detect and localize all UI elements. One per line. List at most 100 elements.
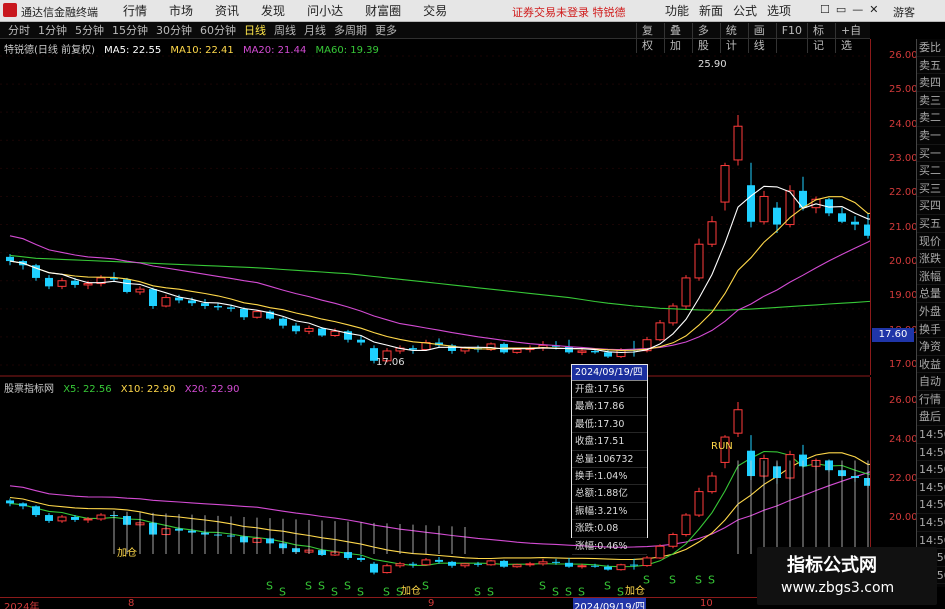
quote-field: 买四 xyxy=(917,197,945,215)
layout-icon[interactable]: ▭ xyxy=(836,3,846,16)
main-grid xyxy=(0,55,870,366)
tooltip-volume: 总量:106732 xyxy=(572,451,647,468)
ind-candle-body xyxy=(500,560,508,567)
ma5-line xyxy=(9,185,870,353)
x5-label: X5: 22.56 xyxy=(63,384,112,395)
candle-body xyxy=(694,243,704,279)
quote-field: 卖三 xyxy=(917,92,945,110)
low-price-label: 17.06 xyxy=(376,357,405,368)
ind-candle-body xyxy=(525,563,535,566)
tooltip-low: 最低:17.30 xyxy=(572,416,647,434)
add-position-label: 加仓 xyxy=(625,586,645,597)
indicator-name[interactable]: 股票指标网 xyxy=(4,384,54,395)
trade-login-notice[interactable]: 证券交易未登录 特锐德 xyxy=(512,4,626,20)
ind-candle-body xyxy=(565,562,573,567)
menu-function[interactable]: 功能 xyxy=(660,3,694,19)
ind-candle-body xyxy=(616,564,626,571)
menu-market[interactable]: 行情 xyxy=(112,3,158,19)
s-signal: S xyxy=(305,579,312,592)
ma20-line xyxy=(9,235,870,351)
price-tick: 25.00 xyxy=(889,84,918,95)
ind-candle-body xyxy=(357,557,365,560)
menu-markets[interactable]: 市场 xyxy=(158,3,204,19)
tab-30min[interactable]: 30分钟 xyxy=(152,23,196,38)
restore-icon[interactable]: ☐ xyxy=(820,3,830,16)
title-bar: 通达信金融终端 行情 市场 资讯 发现 问小达 财富圈 交易 证券交易未登录 特… xyxy=(0,0,945,22)
quote-field: 委比 xyxy=(917,39,945,57)
x10-label: X10: 22.90 xyxy=(120,384,176,395)
indicator-pane-group: S S S S S S S S S S S S S S S S S SS S S S xyxy=(6,401,870,597)
tick-time: 14:50 xyxy=(917,444,945,462)
tab-weekly[interactable]: 周线 xyxy=(270,23,300,38)
kline-chart[interactable]: S S S S S S S S S S S S S S S S S SS S S S xyxy=(0,39,870,597)
ma10-line xyxy=(9,196,870,351)
tab-1min[interactable]: 1分钟 xyxy=(34,23,71,38)
tab-60min[interactable]: 60分钟 xyxy=(196,23,240,38)
period-tabs: 分时 1分钟 5分钟 15分钟 30分钟 60分钟 日线 周线 月线 多周期 更… xyxy=(4,23,401,38)
ind-candle-body xyxy=(655,545,665,559)
app-logo-icon xyxy=(3,3,17,17)
menu-discover[interactable]: 发现 xyxy=(250,3,296,19)
s-signal: S xyxy=(539,579,546,592)
quote-field: 涨幅 xyxy=(917,268,945,286)
tab-monthly[interactable]: 月线 xyxy=(300,23,330,38)
price-tick: 26.00 xyxy=(889,50,918,61)
tab-more[interactable]: 更多 xyxy=(371,23,401,38)
ind-candle-body xyxy=(733,409,743,434)
ind-candle-body xyxy=(552,561,560,563)
tab-5min[interactable]: 5分钟 xyxy=(71,23,108,38)
menu-trade[interactable]: 交易 xyxy=(412,3,458,19)
x5-line xyxy=(9,450,870,568)
right-menu: 功能 新面 公式 选项 xyxy=(660,3,796,19)
candle-body xyxy=(252,311,262,318)
tab-daily[interactable]: 日线 xyxy=(240,23,270,38)
quote-field[interactable]: 行情 xyxy=(917,391,945,409)
menu-ask[interactable]: 问小达 xyxy=(296,3,354,19)
minimize-icon[interactable]: — xyxy=(852,3,863,16)
tab-15min[interactable]: 15分钟 xyxy=(108,23,152,38)
quote-field: 买二 xyxy=(917,162,945,180)
ind-candle-body xyxy=(6,500,14,504)
candle-body xyxy=(720,165,730,203)
tab-multi-period[interactable]: 多周期 xyxy=(330,23,371,38)
stock-name[interactable]: 特锐德(日线 前复权) xyxy=(4,45,95,56)
candle-body xyxy=(135,288,145,293)
ind-candle-body xyxy=(83,518,93,521)
ind-candle-body xyxy=(409,563,417,565)
tab-timeshare[interactable]: 分时 xyxy=(4,23,34,38)
ma60-line xyxy=(9,254,870,311)
quote-field[interactable]: 自动 xyxy=(917,373,945,391)
quote-field: 卖五 xyxy=(917,57,945,75)
s-signal: S xyxy=(344,579,351,592)
candle-body xyxy=(123,279,131,292)
menu-new-page[interactable]: 新面 xyxy=(694,3,728,19)
candle-body xyxy=(773,207,781,225)
guest-label[interactable]: 游客 xyxy=(893,4,915,20)
quote-field: 买三 xyxy=(917,180,945,198)
quote-field: 换手 xyxy=(917,321,945,339)
menu-formula[interactable]: 公式 xyxy=(728,3,762,19)
candle-body xyxy=(655,322,665,341)
indicator-tick: 22.00 xyxy=(889,473,918,484)
ind-candle-body xyxy=(694,491,704,516)
x20-line xyxy=(9,471,870,548)
quote-field[interactable]: 盘后 xyxy=(917,408,945,427)
ind-candle-body xyxy=(668,534,678,547)
menu-news[interactable]: 资讯 xyxy=(204,3,250,19)
main-legend: 特锐德(日线 前复权) MA5: 22.55 MA10: 22.41 MA20:… xyxy=(4,41,385,56)
candle-body xyxy=(851,221,859,225)
x20-label: X20: 22.90 xyxy=(184,384,240,395)
quote-field: 外盘 xyxy=(917,303,945,321)
ind-candle-body xyxy=(538,561,548,565)
date-axis: 2024年 8 9 2024/09/19/四 10 xyxy=(0,597,870,609)
menu-options[interactable]: 选项 xyxy=(762,3,796,19)
candle-body xyxy=(304,327,314,332)
close-icon[interactable]: ✕ xyxy=(869,3,878,16)
ind-candle-body xyxy=(382,565,392,574)
candle-body xyxy=(565,346,573,353)
date-tick: 10 xyxy=(700,598,713,609)
menu-wealth[interactable]: 财富圈 xyxy=(354,3,412,19)
ind-candle-body xyxy=(512,564,522,568)
tick-time: 14:50 xyxy=(917,496,945,515)
window-controls: ☐ ▭ — ✕ xyxy=(820,3,879,16)
